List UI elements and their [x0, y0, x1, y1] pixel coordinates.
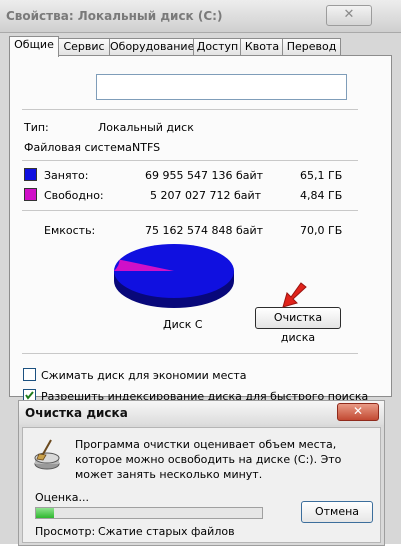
tab-hardware[interactable]: Оборудование [109, 38, 195, 55]
divider [22, 109, 358, 110]
scan-value: Сжатие старых файлов [98, 525, 235, 538]
capacity-label: Емкость: [44, 224, 96, 237]
red-arrow-icon [282, 282, 307, 308]
compress-label: Сжимать диск для экономии места [41, 369, 247, 382]
free-space-swatch [24, 188, 37, 201]
filesystem-value: NTFS [132, 141, 161, 154]
cleanup-progress-bar [35, 507, 263, 519]
cleanup-close-button[interactable]: ✕ [337, 403, 379, 421]
type-label: Тип: [24, 121, 49, 134]
cleanup-status: Оценка... [35, 491, 89, 504]
tab-tools[interactable]: Сервис [57, 38, 111, 55]
disk-cleanup-dialog: Очистка диска ✕ Программа очистки оценив… [18, 400, 385, 546]
tab-general[interactable]: Общие [9, 36, 59, 57]
capacity-bytes: 75 162 574 848 байт [145, 224, 264, 237]
used-size: 65,1 ГБ [300, 169, 343, 182]
cleanup-title: Очистка диска [25, 406, 128, 420]
properties-close-button[interactable]: ✕ [326, 5, 372, 26]
disk-cleanup-icon [34, 439, 60, 470]
properties-title: Свойства: Локальный диск (C:) [6, 9, 223, 23]
tab-sharing[interactable]: Доступ [193, 38, 242, 55]
cancel-button[interactable]: Отмена [301, 501, 373, 523]
cleanup-body: Программа очистки оценивает объем места,… [22, 427, 381, 543]
free-label: Свободно: [44, 189, 104, 202]
compress-checkbox[interactable] [23, 368, 36, 381]
used-label: Занято: [44, 169, 89, 182]
used-space-swatch [24, 168, 37, 181]
cleanup-message: Программа очистки оценивает объем места,… [75, 438, 342, 481]
tab-quota[interactable]: Квота [240, 38, 284, 55]
properties-titlebar[interactable]: Свойства: Локальный диск (C:) ✕ [0, 0, 401, 33]
progress-fill [36, 508, 54, 518]
close-icon: ✕ [352, 404, 364, 418]
cleanup-titlebar[interactable]: Очистка диска ✕ [19, 401, 384, 425]
filesystem-label: Файловая система: [24, 141, 136, 154]
type-value: Локальный диск [98, 121, 194, 134]
close-icon: ✕ [343, 7, 355, 22]
divider [22, 210, 358, 211]
disk-cleanup-button[interactable]: Очистка диска [255, 307, 341, 344]
free-bytes: 5 207 027 712 байт [150, 189, 262, 202]
disk-caption: Диск C [163, 318, 203, 331]
divider [22, 353, 358, 354]
capacity-size: 70,0 ГБ [300, 224, 343, 237]
divider [22, 160, 358, 161]
free-size: 4,84 ГБ [300, 189, 343, 202]
volume-label-input[interactable] [96, 74, 347, 100]
scan-label: Просмотр: [35, 525, 96, 538]
tab-translation[interactable]: Перевод [282, 38, 341, 55]
used-bytes: 69 955 547 136 байт [145, 169, 264, 182]
disk-usage-pie-chart [114, 244, 234, 308]
